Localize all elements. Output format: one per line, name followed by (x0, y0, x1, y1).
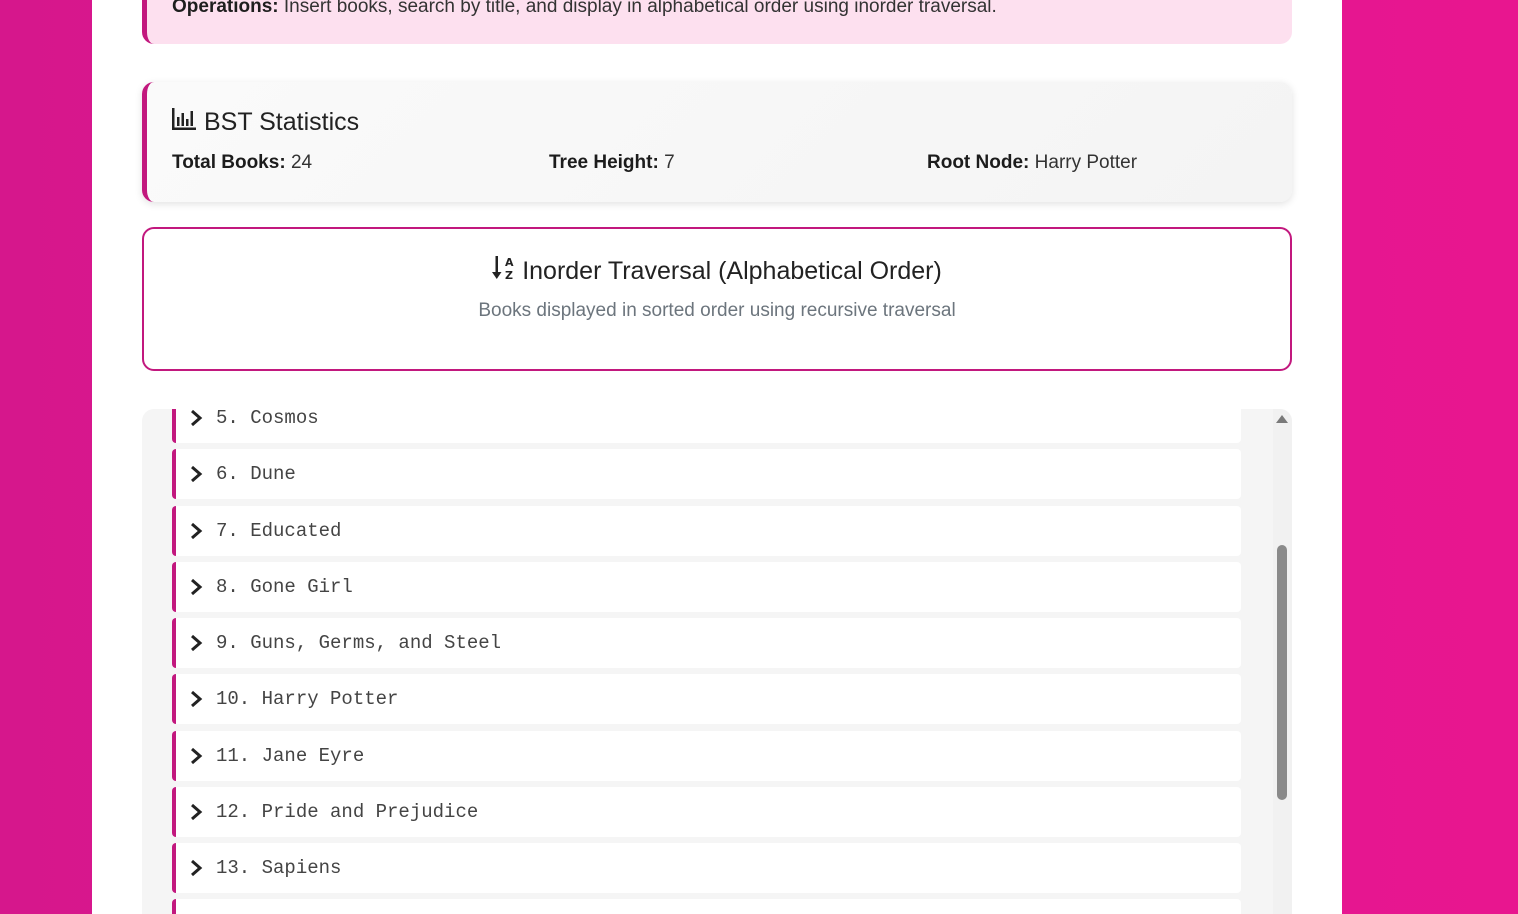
chevron-right-icon (191, 859, 203, 877)
chevron-right-icon (191, 747, 203, 765)
book-title: 10. Harry Potter (216, 688, 399, 710)
main-container: Operations: Insert books, search by titl… (92, 0, 1342, 914)
book-title: 12. Pride and Prejudice (216, 801, 479, 823)
book-title: 9. Guns, Germs, and Steel (216, 632, 502, 654)
book-list-item[interactable]: 7. Educated (172, 506, 1241, 556)
book-list-item[interactable]: 13. Sapiens (172, 843, 1241, 893)
operations-description: Insert books, search by title, and displ… (278, 0, 997, 17)
operations-label: Operations: (172, 0, 279, 17)
book-list-item[interactable]: 5. Cosmos (172, 409, 1241, 443)
tree-height-stat: Tree Height: 7 (549, 152, 675, 174)
scroll-up-arrow-icon[interactable] (1276, 415, 1288, 423)
stats-title: BST Statistics (172, 108, 359, 137)
book-list-container: 5. Cosmos 6. Dune 7. Educated 8. Gone Gi… (142, 409, 1292, 914)
svg-text:A: A (505, 256, 514, 269)
book-list-item[interactable]: 12. Pride and Prejudice (172, 787, 1241, 837)
root-node-label: Root Node: (927, 152, 1030, 173)
book-list-item[interactable]: 9. Guns, Germs, and Steel (172, 618, 1241, 668)
stats-title-text: BST Statistics (204, 108, 360, 136)
book-list: 5. Cosmos 6. Dune 7. Educated 8. Gone Gi… (142, 409, 1273, 914)
list-scrollbar[interactable] (1273, 409, 1292, 914)
chevron-right-icon (191, 634, 203, 652)
root-node-stat: Root Node: Harry Potter (927, 152, 1137, 174)
book-title: 13. Sapiens (216, 857, 342, 879)
chevron-right-icon (191, 690, 203, 708)
operations-info: Operations: Insert books, search by titl… (142, 0, 1292, 44)
total-books-label: Total Books: (172, 152, 286, 173)
tree-height-label: Tree Height: (549, 152, 659, 173)
book-title: 8. Gone Girl (216, 576, 353, 598)
traversal-title-text: Inorder Traversal (Alphabetical Order) (522, 257, 942, 285)
book-title: 6. Dune (216, 463, 296, 485)
operations-text: Operations: Insert books, search by titl… (172, 0, 997, 18)
chevron-right-icon (191, 409, 203, 427)
chevron-right-icon (191, 522, 203, 540)
book-list-item[interactable]: 10. Harry Potter (172, 674, 1241, 724)
book-list-item[interactable]: 6. Dune (172, 449, 1241, 499)
chevron-right-icon (191, 465, 203, 483)
book-title: 7. Educated (216, 520, 342, 542)
traversal-subtitle: Books displayed in sorted order using re… (478, 300, 956, 321)
bst-statistics-card: BST Statistics Total Books: 24 Tree Heig… (142, 82, 1292, 202)
svg-text:Z: Z (505, 269, 513, 281)
root-node-value: Harry Potter (1034, 152, 1138, 173)
book-title: 5. Cosmos (216, 409, 319, 429)
sort-alpha-down-icon: A Z (492, 255, 516, 288)
tree-height-value: 7 (664, 152, 675, 173)
total-books-value: 24 (290, 152, 313, 173)
inorder-traversal-header: A Z Inorder Traversal (Alphabetical Orde… (142, 227, 1292, 371)
chevron-right-icon (191, 578, 203, 596)
scrollbar-thumb[interactable] (1277, 545, 1287, 800)
bar-chart-icon (172, 108, 196, 137)
book-list-item[interactable]: 11. Jane Eyre (172, 731, 1241, 781)
book-list-item-partial[interactable] (172, 899, 1241, 914)
book-list-item[interactable]: 8. Gone Girl (172, 562, 1241, 612)
traversal-title: A Z Inorder Traversal (Alphabetical Orde… (144, 255, 1290, 288)
total-books-stat: Total Books: 24 (172, 152, 312, 174)
chevron-right-icon (191, 803, 203, 821)
book-title: 11. Jane Eyre (216, 745, 365, 767)
